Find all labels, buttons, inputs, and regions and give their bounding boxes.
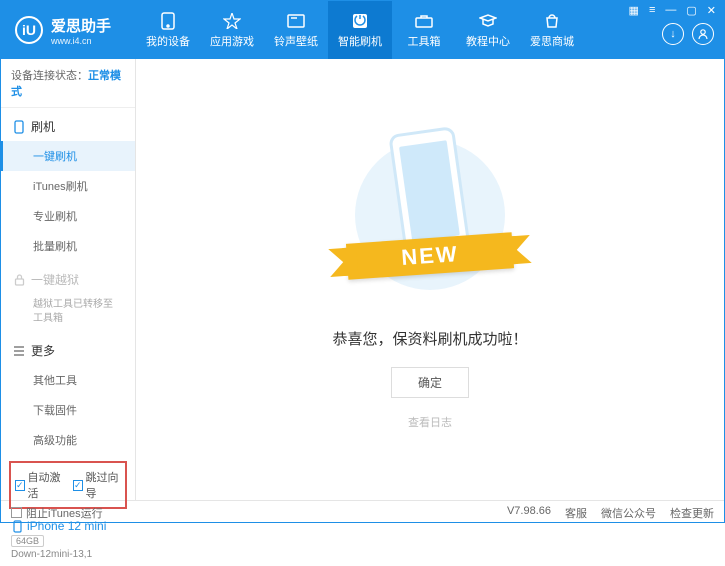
nav-store[interactable]: 爱思商城 (520, 1, 584, 59)
close-button[interactable]: ✕ (705, 4, 718, 17)
nav-flash[interactable]: 智能刷机 (328, 1, 392, 59)
maximize-button[interactable]: ▢ (684, 4, 698, 17)
phone-icon (158, 12, 178, 30)
jailbreak-note: 越狱工具已转移至 工具箱 (1, 294, 135, 332)
main-nav: 我的设备 应用游戏 铃声壁纸 智能刷机 工具箱 教程中心 爱思商城 (136, 1, 584, 59)
version-label: V7.98.66 (507, 505, 551, 521)
section-flash[interactable]: 刷机 (1, 108, 135, 141)
nav-apps[interactable]: 应用游戏 (200, 1, 264, 59)
app-header: iU 爱思助手 www.i4.cn 我的设备 应用游戏 铃声壁纸 智能刷机 工具… (1, 1, 724, 59)
ok-button[interactable]: 确定 (391, 367, 469, 398)
skin-icon[interactable]: ≡ (647, 4, 657, 17)
window-controls: ▦ ≡ — ▢ ✕ (627, 4, 718, 17)
app-title: 爱思助手 (51, 15, 111, 36)
nav-my-device[interactable]: 我的设备 (136, 1, 200, 59)
store-icon (542, 12, 562, 30)
success-message: 恭喜您，保资料刷机成功啦！ (332, 328, 527, 349)
apps-icon (222, 12, 242, 30)
minimize-button[interactable]: — (663, 4, 678, 17)
flash-icon (350, 12, 370, 30)
main-content: NEW 恭喜您，保资料刷机成功啦！ 确定 查看日志 (136, 59, 724, 500)
section-jailbreak: 一键越狱 (1, 261, 135, 294)
download-icon[interactable]: ↓ (662, 23, 684, 45)
checkbox-auto-activate[interactable]: ✓自动激活 (15, 469, 63, 501)
sidebar-item-batch-flash[interactable]: 批量刷机 (1, 231, 135, 261)
toolbox-icon (414, 12, 434, 30)
logo-icon: iU (15, 16, 43, 44)
section-more[interactable]: 更多 (1, 332, 135, 365)
sidebar-item-other-tools[interactable]: 其他工具 (1, 365, 135, 395)
tutorial-icon (478, 12, 498, 30)
link-service[interactable]: 客服 (565, 505, 587, 521)
connection-status: 设备连接状态：正常模式 (1, 59, 135, 108)
user-icon[interactable] (692, 23, 714, 45)
nav-toolbox[interactable]: 工具箱 (392, 1, 456, 59)
phone-small-icon (13, 121, 25, 133)
menu-icon[interactable]: ▦ (627, 4, 641, 17)
wallpaper-icon (286, 12, 306, 30)
logo-area: iU 爱思助手 www.i4.cn (1, 15, 136, 46)
nav-ringtones[interactable]: 铃声壁纸 (264, 1, 328, 59)
nav-tutorials[interactable]: 教程中心 (456, 1, 520, 59)
sidebar-item-itunes-flash[interactable]: iTunes刷机 (1, 171, 135, 201)
lock-icon (13, 274, 25, 286)
link-wechat[interactable]: 微信公众号 (601, 505, 656, 521)
link-check-update[interactable]: 检查更新 (670, 505, 714, 521)
view-log-link[interactable]: 查看日志 (408, 414, 452, 430)
sidebar-item-pro-flash[interactable]: 专业刷机 (1, 201, 135, 231)
sidebar-item-oneclick-flash[interactable]: 一键刷机 (1, 141, 135, 171)
sidebar: 设备连接状态：正常模式 刷机 一键刷机 iTunes刷机 专业刷机 批量刷机 一… (1, 59, 136, 500)
device-sub: Down-12mini-13,1 (11, 549, 125, 560)
device-storage: 64GB (11, 535, 44, 547)
options-highlight: ✓自动激活 ✓跳过向导 (9, 461, 127, 509)
list-icon (13, 345, 25, 357)
checkbox-skip-guide[interactable]: ✓跳过向导 (73, 469, 121, 501)
sidebar-item-advanced[interactable]: 高级功能 (1, 425, 135, 455)
sidebar-item-download-firmware[interactable]: 下载固件 (1, 395, 135, 425)
device-name-text: iPhone 12 mini (27, 519, 106, 533)
app-url: www.i4.cn (51, 36, 111, 46)
checkbox-block-itunes[interactable]: 阻止iTunes运行 (11, 505, 103, 521)
phone-small-icon (11, 520, 23, 532)
success-illustration: NEW (355, 130, 505, 310)
device-info[interactable]: iPhone 12 mini 64GB Down-12mini-13,1 (1, 513, 135, 566)
